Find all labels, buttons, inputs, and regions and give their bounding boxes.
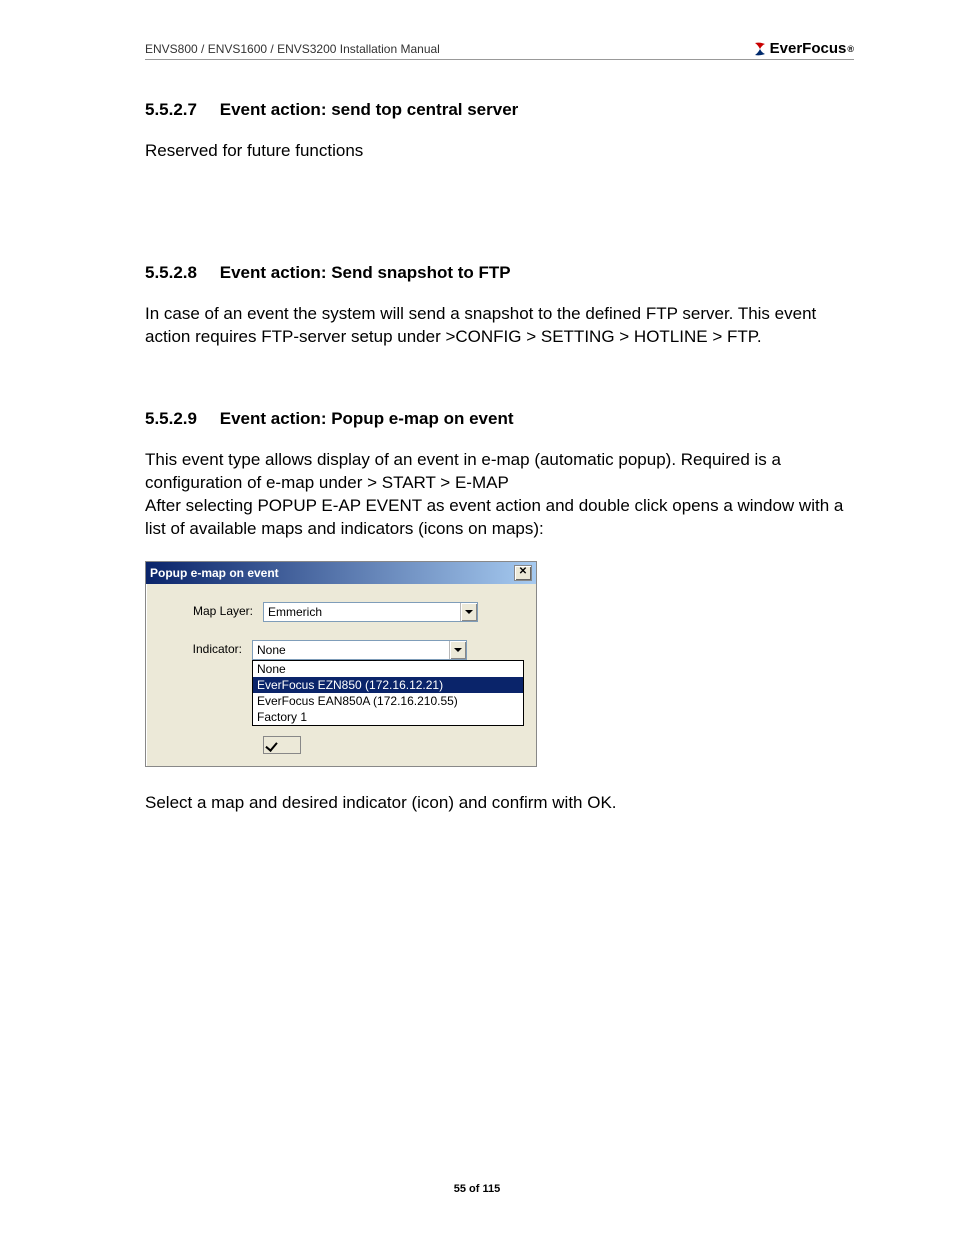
body-5-5-2-9-after: Select a map and desired indicator (icon… bbox=[145, 792, 854, 815]
heading-5-5-2-9: 5.5.2.9 Event action: Popup e-map on eve… bbox=[145, 409, 854, 429]
heading-title: Event action: send top central server bbox=[220, 100, 519, 119]
popup-emap-dialog: Popup e-map on event ✕ Map Layer: Emmeri… bbox=[145, 561, 537, 767]
body-5-5-2-8: In case of an event the system will send… bbox=[145, 303, 854, 349]
heading-5-5-2-7: 5.5.2.7 Event action: send top central s… bbox=[145, 100, 854, 120]
heading-5-5-2-8: 5.5.2.8 Event action: Send snapshot to F… bbox=[145, 263, 854, 283]
dropdown-option[interactable]: EverFocus EZN850 (172.16.12.21) bbox=[253, 677, 523, 693]
indicator-value: None bbox=[253, 641, 449, 659]
close-icon[interactable]: ✕ bbox=[514, 565, 532, 581]
page-header: ENVS800 / ENVS1600 / ENVS3200 Installati… bbox=[145, 40, 854, 60]
dropdown-option[interactable]: None bbox=[253, 661, 523, 677]
heading-title: Event action: Send snapshot to FTP bbox=[220, 263, 511, 282]
dropdown-option[interactable]: Factory 1 bbox=[253, 709, 523, 725]
chevron-down-icon[interactable] bbox=[460, 603, 477, 621]
brand-logo: EverFocus ® bbox=[753, 40, 854, 57]
heading-number: 5.5.2.9 bbox=[145, 409, 215, 429]
indicator-combo[interactable]: None bbox=[252, 640, 467, 660]
registered-mark: ® bbox=[847, 44, 854, 54]
chevron-down-icon[interactable] bbox=[449, 641, 466, 659]
dialog-titlebar[interactable]: Popup e-map on event ✕ bbox=[146, 562, 536, 584]
body-5-5-2-7: Reserved for future functions bbox=[145, 140, 854, 163]
everfocus-icon bbox=[753, 42, 767, 56]
dropdown-option[interactable]: EverFocus EAN850A (172.16.210.55) bbox=[253, 693, 523, 709]
map-layer-label: Map Layer: bbox=[158, 602, 263, 618]
brand-name: EverFocus bbox=[770, 40, 847, 57]
ok-button[interactable] bbox=[263, 736, 301, 754]
heading-title: Event action: Popup e-map on event bbox=[220, 409, 514, 428]
indicator-label: Indicator: bbox=[158, 640, 252, 656]
page-footer: 55 of 115 bbox=[0, 1183, 954, 1195]
heading-number: 5.5.2.8 bbox=[145, 263, 215, 283]
heading-number: 5.5.2.7 bbox=[145, 100, 215, 120]
map-layer-combo[interactable]: Emmerich bbox=[263, 602, 478, 622]
doc-title: ENVS800 / ENVS1600 / ENVS3200 Installati… bbox=[145, 42, 440, 56]
map-layer-value: Emmerich bbox=[264, 603, 460, 621]
body-5-5-2-9: This event type allows display of an eve… bbox=[145, 449, 854, 541]
dialog-title-text: Popup e-map on event bbox=[150, 566, 279, 580]
indicator-dropdown-list[interactable]: None EverFocus EZN850 (172.16.12.21) Eve… bbox=[252, 660, 524, 726]
